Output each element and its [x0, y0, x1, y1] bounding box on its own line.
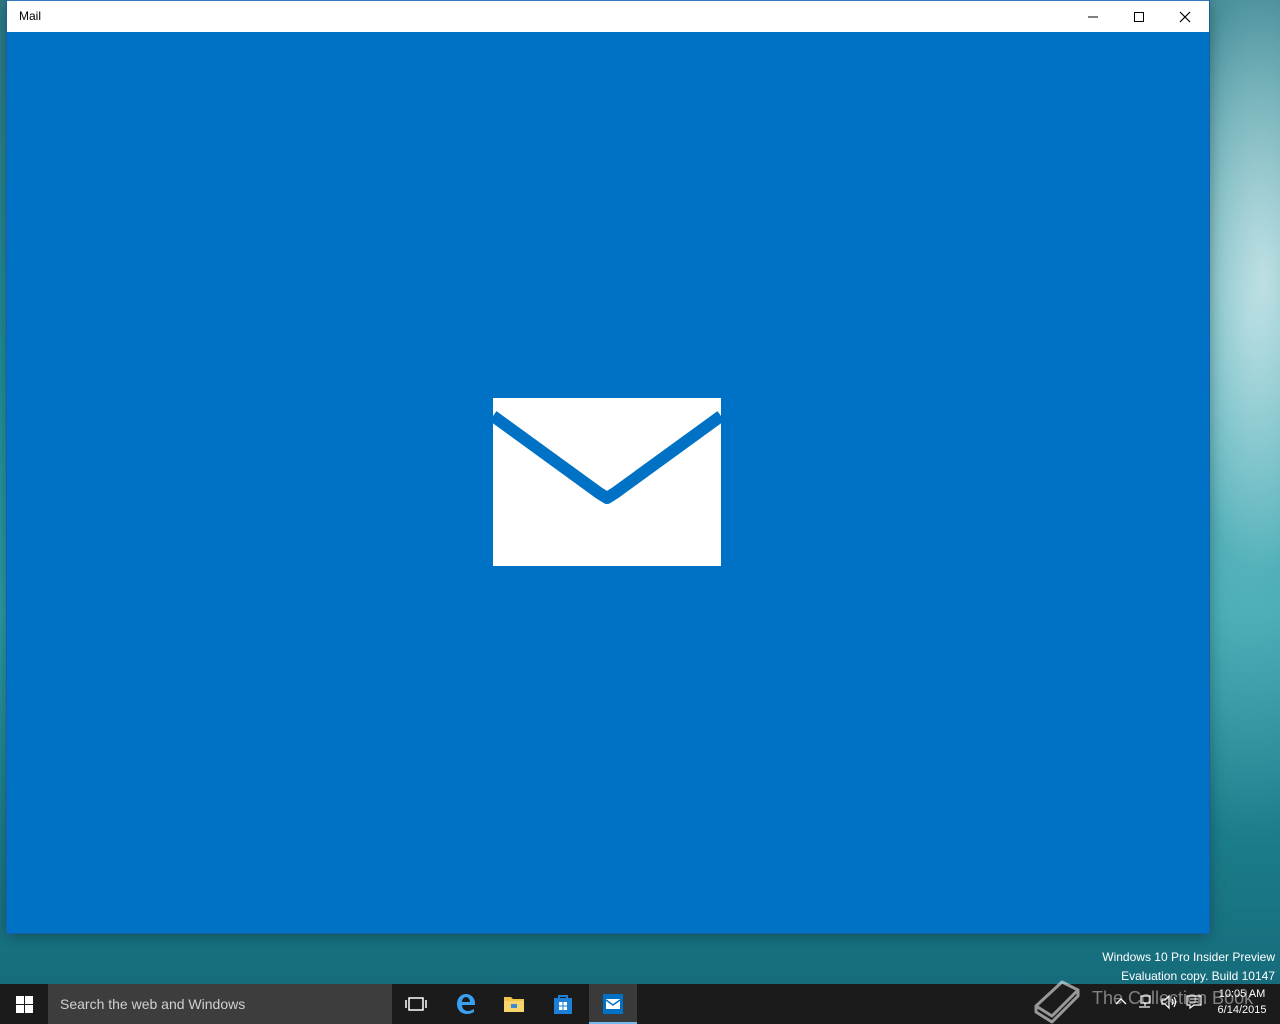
search-box[interactable]: Search the web and Windows	[48, 984, 392, 1024]
book-logo-icon	[1034, 980, 1080, 1024]
splash-screen	[7, 32, 1209, 933]
close-button[interactable]	[1162, 1, 1208, 32]
store-icon	[554, 995, 572, 1014]
taskbar: Search the web and Windows	[0, 984, 1280, 1024]
start-button[interactable]	[0, 984, 48, 1024]
minimize-button[interactable]	[1070, 1, 1116, 32]
evaluation-watermark: Windows 10 Pro Insider Preview Evaluatio…	[1102, 948, 1275, 986]
taskbar-edge[interactable]	[442, 984, 490, 1024]
mail-icon	[603, 994, 623, 1014]
mail-window: Mail	[7, 0, 1209, 933]
maximize-button[interactable]	[1116, 1, 1162, 32]
taskbar-store[interactable]	[539, 984, 587, 1024]
window-title: Mail	[19, 9, 42, 23]
action-center-icon[interactable]	[1186, 994, 1202, 1010]
volume-icon[interactable]	[1160, 994, 1178, 1010]
clock-time: 10:05 AM	[1218, 988, 1266, 1000]
close-icon	[1179, 11, 1191, 23]
clock[interactable]: 10:05 AM 6/14/2015	[1212, 986, 1272, 1018]
clock-date: 6/14/2015	[1217, 1004, 1267, 1016]
taskbar-file-explorer[interactable]	[490, 984, 538, 1024]
title-bar[interactable]: Mail	[7, 0, 1209, 32]
task-view-icon	[405, 997, 427, 1011]
windows-logo-icon	[16, 996, 33, 1013]
maximize-icon	[1134, 12, 1144, 22]
taskbar-task-view[interactable]	[392, 984, 440, 1024]
edge-icon	[457, 994, 475, 1014]
search-placeholder: Search the web and Windows	[60, 996, 246, 1012]
watermark-line-1: Windows 10 Pro Insider Preview	[1102, 950, 1275, 964]
minimize-icon	[1088, 16, 1098, 18]
taskbar-mail[interactable]	[589, 984, 637, 1024]
network-icon[interactable]	[1136, 994, 1152, 1010]
folder-icon	[504, 997, 524, 1012]
mail-envelope-icon	[493, 398, 721, 566]
show-hidden-icons-icon[interactable]	[1114, 994, 1128, 1008]
